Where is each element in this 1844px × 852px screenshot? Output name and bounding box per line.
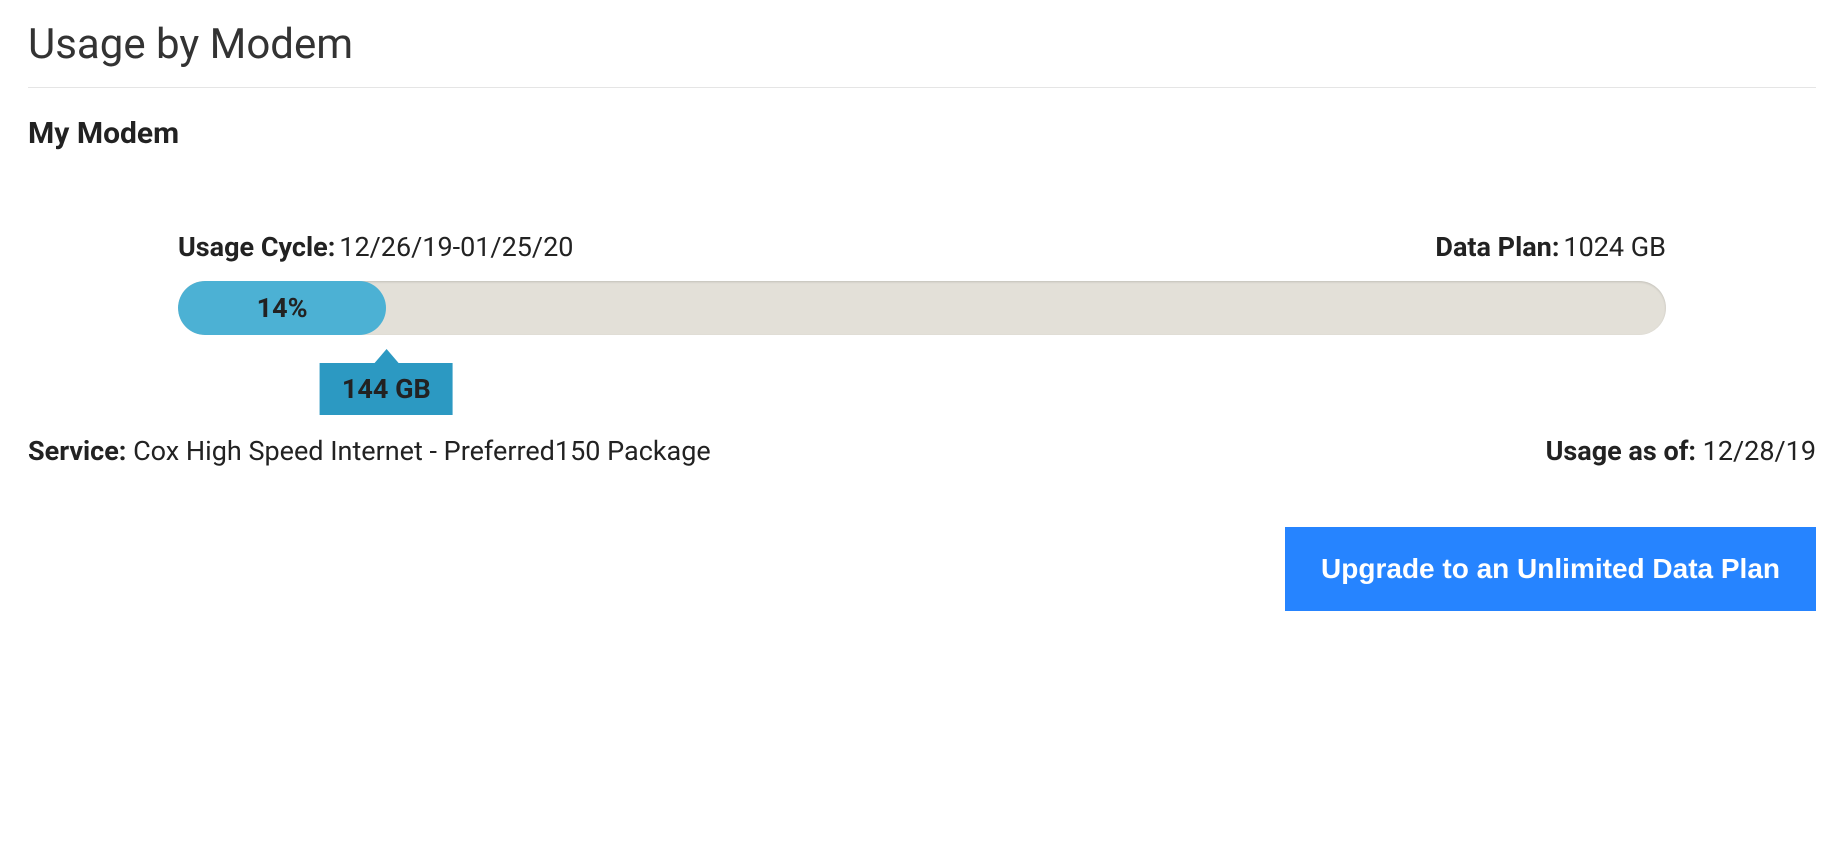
usage-progress: 14% 144 GB xyxy=(178,281,1666,335)
button-row: Upgrade to an Unlimited Data Plan xyxy=(28,527,1816,611)
data-plan: Data Plan: 1024 GB xyxy=(1435,231,1666,263)
data-plan-label: Data Plan: xyxy=(1435,231,1559,263)
usage-asof-value: 12/28/19 xyxy=(1703,435,1816,467)
usage-badge-arrow-icon xyxy=(374,349,398,363)
usage-cycle-value: 12/26/19-01/25/20 xyxy=(339,231,573,263)
service-row: Service: Cox High Speed Internet - Prefe… xyxy=(28,435,1816,467)
usage-asof-label: Usage as of: xyxy=(1546,435,1696,467)
usage-cycle-label: Usage Cycle: xyxy=(178,231,335,263)
usage-header-row: Usage Cycle: 12/26/19-01/25/20 Data Plan… xyxy=(178,231,1666,263)
progress-fill: 14% xyxy=(178,281,386,335)
usage-section: Usage Cycle: 12/26/19-01/25/20 Data Plan… xyxy=(28,231,1816,335)
page-title: Usage by Modem xyxy=(28,20,1816,88)
progress-track: 14% xyxy=(178,281,1666,335)
upgrade-button[interactable]: Upgrade to an Unlimited Data Plan xyxy=(1285,527,1816,611)
data-plan-value: 1024 GB xyxy=(1563,231,1666,263)
usage-badge: 144 GB xyxy=(320,363,453,415)
service-label: Service: xyxy=(28,435,126,467)
usage-cycle: Usage Cycle: 12/26/19-01/25/20 xyxy=(178,231,573,263)
usage-asof: Usage as of: 12/28/19 xyxy=(1546,435,1816,467)
progress-percent: 14% xyxy=(257,292,308,324)
service-value: Cox High Speed Internet - Preferred150 P… xyxy=(133,435,711,467)
service: Service: Cox High Speed Internet - Prefe… xyxy=(28,435,711,467)
usage-badge-wrap: 144 GB xyxy=(320,349,453,415)
modem-title: My Modem xyxy=(28,116,1816,151)
